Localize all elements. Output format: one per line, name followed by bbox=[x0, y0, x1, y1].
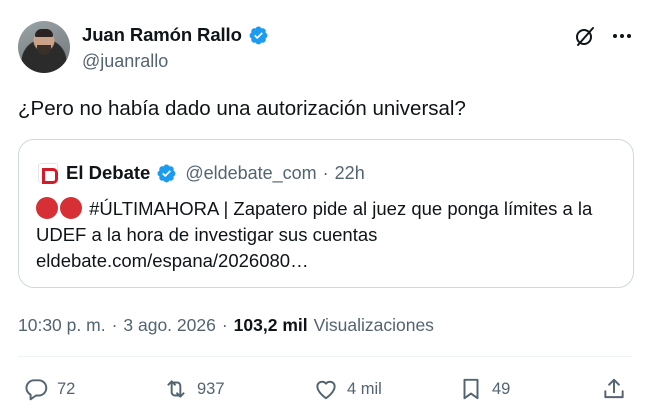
tweet-text: ¿Pero no había dado una autorización uni… bbox=[18, 97, 466, 120]
more-dot bbox=[627, 34, 631, 38]
like-button[interactable]: 4 mil bbox=[313, 374, 382, 404]
quote-handle: @eldebate_com bbox=[185, 162, 317, 183]
avatar[interactable] bbox=[18, 21, 70, 73]
reply-count: 72 bbox=[57, 379, 76, 398]
views-label: Visualizaciones bbox=[313, 314, 434, 335]
quote-separator: · bbox=[322, 162, 329, 183]
verified-badge-icon[interactable] bbox=[248, 25, 269, 46]
reply-icon bbox=[25, 379, 48, 401]
quote-text: #ÚLTIMAHORA | Zapatero pide al juez que … bbox=[36, 196, 626, 274]
avatar-beard bbox=[37, 45, 51, 55]
divider bbox=[18, 356, 632, 357]
bookmark-icon bbox=[463, 378, 479, 400]
views-count: 103,2 mil bbox=[233, 314, 308, 335]
quote-link[interactable]: eldebate.com/espana/2026080… bbox=[36, 250, 309, 271]
meta-separator: · bbox=[221, 314, 228, 335]
more-icon[interactable] bbox=[610, 24, 634, 48]
tweet-meta: 10:30 p. m. · 3 ago. 2026 · 103,2 mil Vi… bbox=[18, 314, 434, 336]
more-dot bbox=[613, 34, 617, 38]
quote-time: 22h bbox=[334, 162, 365, 183]
quote-headline: #ÚLTIMAHORA | Zapatero pide al juez que … bbox=[36, 198, 593, 245]
more-dot bbox=[620, 34, 624, 38]
bookmark-button[interactable]: 49 bbox=[458, 374, 510, 404]
quote-header: El Debate @eldebate_com · 22h bbox=[38, 161, 365, 185]
repost-count: 937 bbox=[197, 379, 225, 398]
reply-button[interactable]: 72 bbox=[23, 374, 75, 404]
bookmark-count: 49 bbox=[492, 379, 511, 398]
like-count: 4 mil bbox=[347, 379, 382, 398]
repost-button[interactable]: 937 bbox=[163, 374, 225, 404]
share-icon bbox=[604, 378, 624, 399]
tweet-time[interactable]: 10:30 p. m. bbox=[18, 315, 106, 336]
el-debate-logo-icon bbox=[38, 163, 58, 184]
tweet-date[interactable]: 3 ago. 2026 bbox=[123, 315, 215, 336]
like-icon bbox=[316, 380, 336, 400]
red-circle-emoji bbox=[60, 197, 82, 219]
author-name-row: Juan Ramón Rallo bbox=[82, 23, 269, 47]
red-circle-emoji bbox=[36, 197, 58, 219]
meta-separator: · bbox=[111, 314, 118, 335]
repost-icon bbox=[167, 380, 185, 398]
tweet: Juan Ramón Rallo @juanrallo ¿Pero no hab… bbox=[0, 0, 649, 416]
grok-icon[interactable] bbox=[573, 24, 597, 48]
quote-card[interactable]: El Debate @eldebate_com · 22h #ÚLTIMAHOR… bbox=[18, 139, 634, 288]
author-handle[interactable]: @juanrallo bbox=[82, 51, 168, 72]
author-display-name[interactable]: Juan Ramón Rallo bbox=[82, 24, 242, 46]
quote-display-name: El Debate bbox=[66, 162, 151, 183]
share-button[interactable] bbox=[601, 374, 627, 404]
verified-badge-icon bbox=[157, 164, 176, 182]
avatar-hair bbox=[35, 29, 53, 37]
